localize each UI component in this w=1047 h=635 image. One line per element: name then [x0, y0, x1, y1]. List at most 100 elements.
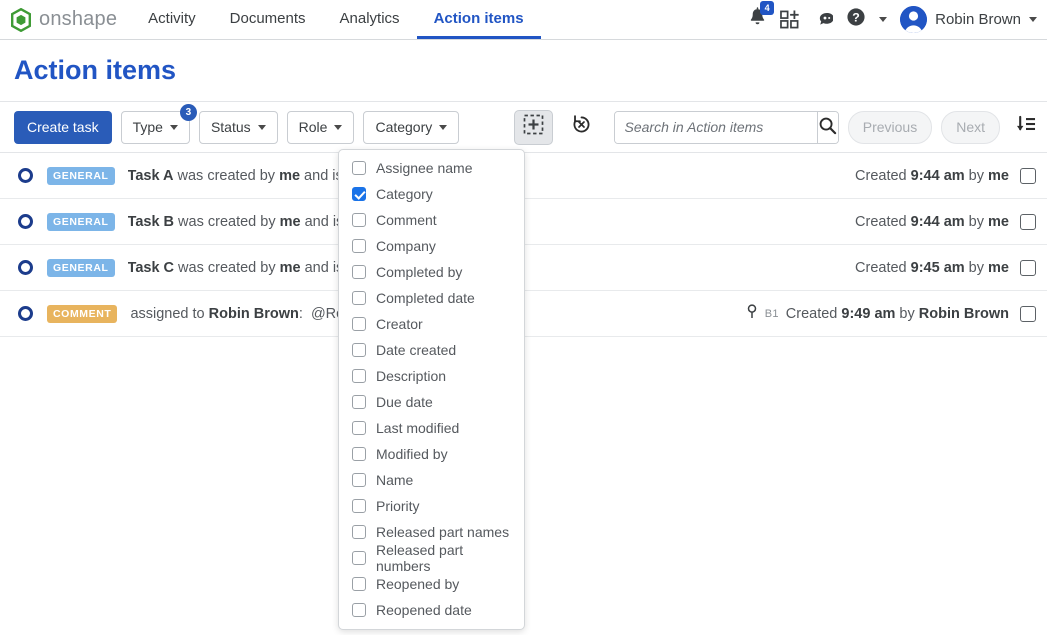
top-navigation-bar: onshape Activity Documents Analytics Act… — [0, 0, 1047, 40]
row-created-meta: Created 9:45 am by me — [855, 259, 1009, 276]
toolbar: Create task Type 3 Status Role Category — [0, 102, 1047, 153]
status-badge: COMMENT — [47, 304, 118, 323]
checkbox-unchecked-icon[interactable] — [352, 265, 366, 279]
nav-tab-action-items[interactable]: Action items — [416, 0, 541, 39]
help-question-icon: ? — [846, 7, 866, 32]
checkbox-unchecked-icon[interactable] — [352, 317, 366, 331]
row-description: Task C was created by me and is as — [127, 259, 363, 276]
avatar — [900, 6, 928, 33]
checkbox-unchecked-icon[interactable] — [352, 161, 366, 175]
column-option-completed-by[interactable]: Completed by — [339, 259, 524, 285]
nav-tabs: Activity Documents Analytics Action item… — [131, 0, 541, 39]
checkbox-unchecked-icon[interactable] — [352, 291, 366, 305]
column-option-reopened-by[interactable]: Reopened by — [339, 571, 524, 597]
row-checkbox[interactable] — [1020, 167, 1036, 184]
checkbox-unchecked-icon[interactable] — [352, 213, 366, 227]
column-option-label: Category — [376, 186, 433, 202]
checkbox-unchecked-icon[interactable] — [352, 239, 366, 253]
nav-tab-documents[interactable]: Documents — [213, 0, 323, 39]
add-column-button[interactable] — [514, 109, 553, 145]
chevron-down-icon — [334, 124, 343, 130]
column-option-creator[interactable]: Creator — [339, 311, 524, 337]
column-option-last-modified[interactable]: Last modified — [339, 415, 524, 441]
filter-status-button[interactable]: Status — [198, 110, 278, 144]
row-description: Task A was created by me and is as — [127, 167, 363, 184]
learning-brain-icon[interactable] — [813, 10, 834, 30]
row-created-meta: Created 9:49 am by Robin Brown — [785, 305, 1009, 322]
search-input[interactable] — [614, 111, 817, 143]
checkbox-checked-icon[interactable] — [352, 187, 366, 201]
nav-right-icons: 4 ? Robin Brown — [748, 0, 1047, 39]
filter-category-label: Category — [375, 119, 433, 135]
filter-category-button[interactable]: Category — [363, 110, 460, 144]
row-checkbox[interactable] — [1020, 213, 1036, 230]
apps-grid-plus-icon[interactable] — [780, 10, 800, 29]
row-checkbox[interactable] — [1020, 259, 1036, 276]
status-open-circle-icon[interactable] — [18, 260, 33, 275]
column-option-priority[interactable]: Priority — [339, 493, 524, 519]
checkbox-unchecked-icon[interactable] — [352, 577, 366, 591]
checkbox-unchecked-icon[interactable] — [352, 603, 366, 617]
pin-marker-icon — [746, 304, 758, 323]
user-chevron-down-icon[interactable] — [1029, 17, 1037, 22]
row-created-meta: Created 9:44 am by me — [855, 213, 1009, 230]
reset-filters-icon — [571, 114, 592, 140]
onshape-logo-icon — [10, 7, 32, 32]
checkbox-unchecked-icon[interactable] — [352, 369, 366, 383]
row-description: assigned to Robin Brown: @Robin — [130, 305, 364, 322]
column-option-modified-by[interactable]: Modified by — [339, 441, 524, 467]
reset-filters-button[interactable] — [571, 114, 592, 140]
column-option-company[interactable]: Company — [339, 233, 524, 259]
filter-type-label: Type — [132, 119, 163, 135]
filter-type-button[interactable]: Type 3 — [120, 103, 197, 144]
search-button[interactable] — [816, 111, 838, 143]
add-column-icon — [523, 114, 544, 140]
checkbox-unchecked-icon[interactable] — [352, 525, 366, 539]
nav-tab-analytics[interactable]: Analytics — [323, 0, 417, 39]
column-option-label: Released part numbers — [376, 542, 464, 574]
sort-button[interactable] — [1016, 115, 1036, 139]
status-open-circle-icon[interactable] — [18, 306, 33, 321]
checkbox-unchecked-icon[interactable] — [352, 395, 366, 409]
status-badge: GENERAL — [47, 166, 115, 185]
column-option-description[interactable]: Description — [339, 363, 524, 389]
next-page-button[interactable]: Next — [941, 110, 1000, 144]
column-option-name[interactable]: Name — [339, 467, 524, 493]
help-button[interactable]: ? — [846, 7, 866, 32]
column-option-due-date[interactable]: Due date — [339, 389, 524, 415]
checkbox-unchecked-icon[interactable] — [352, 447, 366, 461]
nav-tab-activity[interactable]: Activity — [131, 0, 213, 39]
help-chevron-down-icon[interactable] — [879, 17, 888, 22]
status-open-circle-icon[interactable] — [18, 168, 33, 183]
status-open-circle-icon[interactable] — [18, 214, 33, 229]
column-option-completed-date[interactable]: Completed date — [339, 285, 524, 311]
column-option-label: Comment — [376, 212, 437, 228]
row-description: Task B was created by me and is as — [127, 213, 363, 230]
checkbox-unchecked-icon[interactable] — [352, 421, 366, 435]
chevron-down-icon — [169, 124, 178, 130]
column-option-category[interactable]: Category — [339, 181, 524, 207]
filter-role-button[interactable]: Role — [286, 110, 355, 144]
create-task-button[interactable]: Create task — [14, 110, 112, 144]
column-option-assignee-name[interactable]: Assignee name — [339, 155, 524, 181]
checkbox-unchecked-icon[interactable] — [352, 551, 366, 565]
brand[interactable]: onshape — [0, 0, 131, 39]
user-name: Robin Brown — [935, 11, 1021, 28]
row-meta: Created 9:45 am by me — [845, 259, 1036, 276]
row-meta: Created 9:44 am by me — [845, 213, 1036, 230]
previous-page-button[interactable]: Previous — [847, 110, 933, 144]
column-option-date-created[interactable]: Date created — [339, 337, 524, 363]
column-option-reopened-date[interactable]: Reopened date — [339, 597, 524, 623]
chevron-down-icon — [257, 124, 266, 130]
column-option-comment[interactable]: Comment — [339, 207, 524, 233]
notifications-button[interactable]: 4 — [748, 1, 775, 32]
row-checkbox[interactable] — [1020, 305, 1036, 322]
column-option-released-part-numbers[interactable]: Released part numbers — [339, 542, 524, 574]
column-option-label: Reopened by — [376, 576, 460, 592]
checkbox-unchecked-icon[interactable] — [352, 343, 366, 357]
column-option-label: Reopened date — [376, 602, 472, 618]
user-menu[interactable]: Robin Brown — [900, 6, 1037, 33]
column-option-label: Date created — [376, 342, 457, 358]
checkbox-unchecked-icon[interactable] — [352, 499, 366, 513]
checkbox-unchecked-icon[interactable] — [352, 473, 366, 487]
